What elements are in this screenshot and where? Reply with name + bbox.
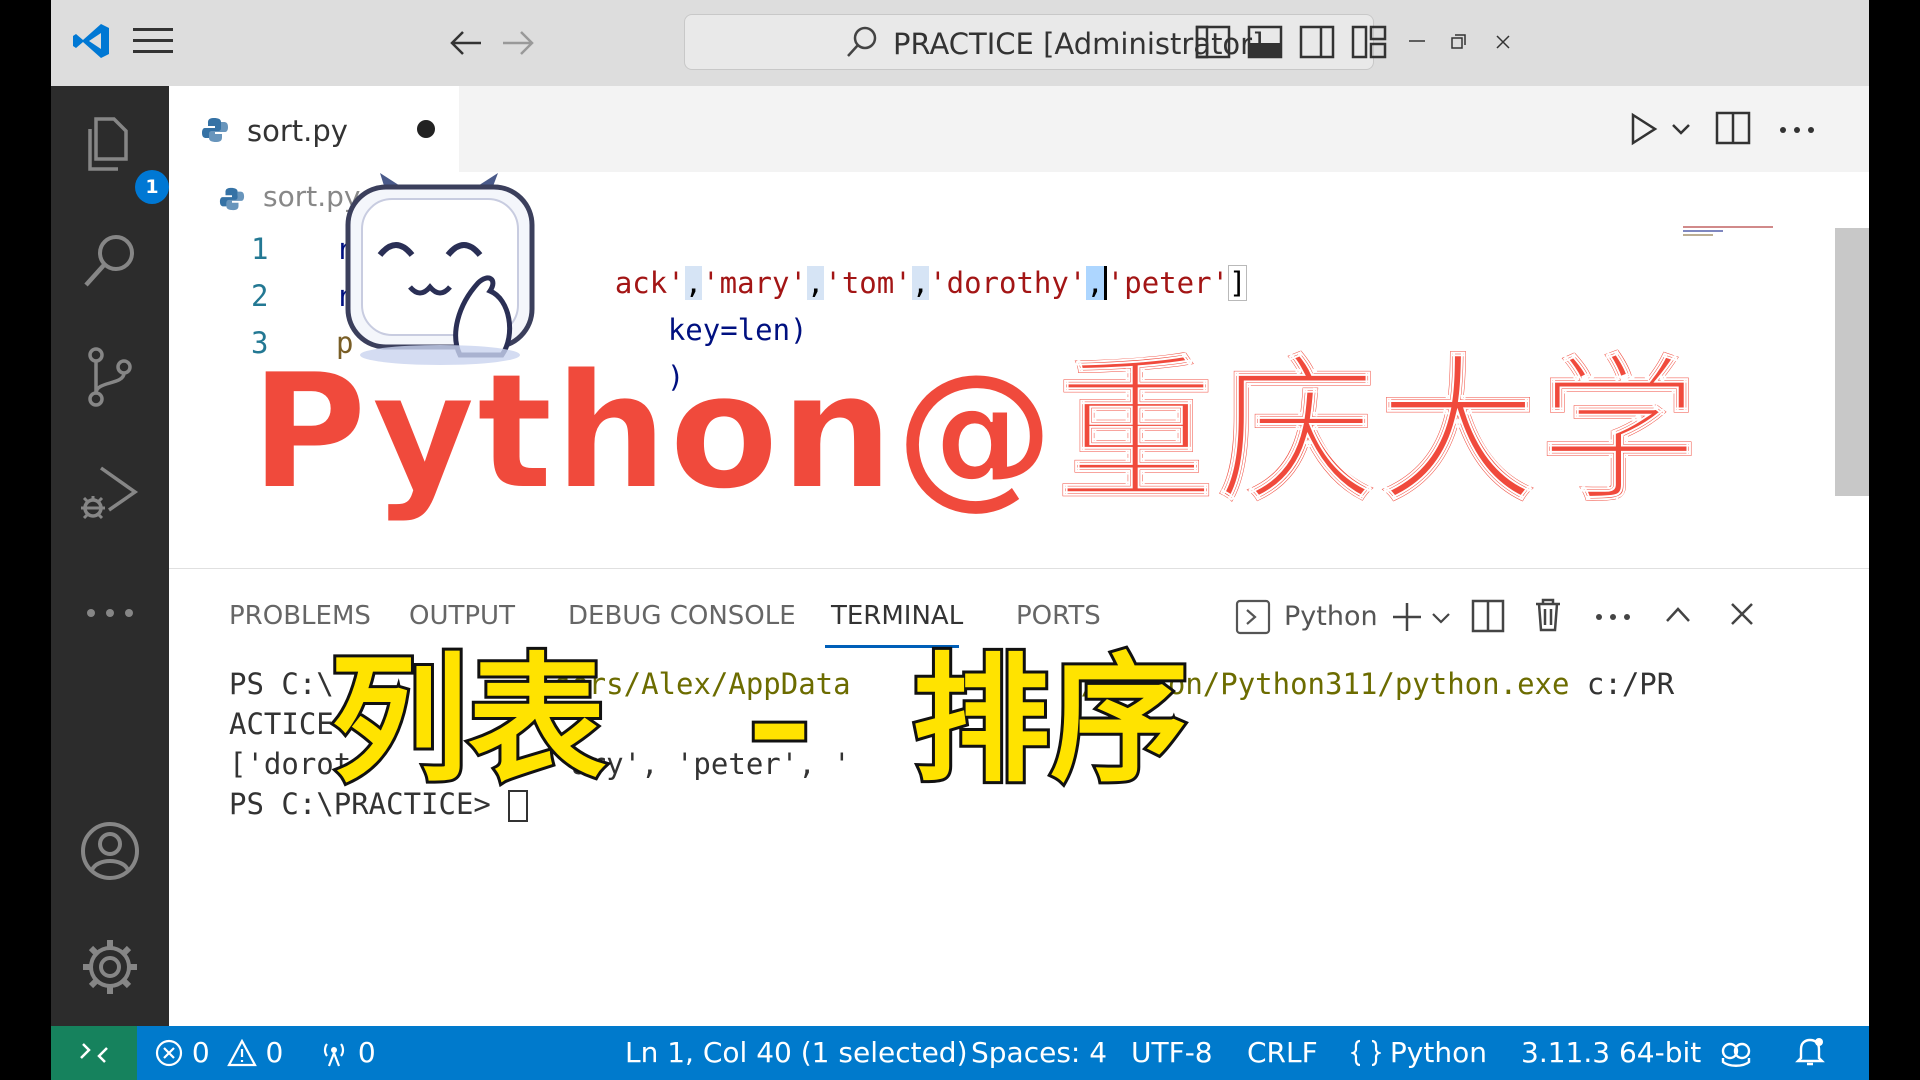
more-actions-icon[interactable]	[1779, 126, 1815, 134]
trash-icon[interactable]	[1533, 597, 1563, 633]
code-token: ,	[911, 266, 930, 300]
broadcast-icon	[323, 1043, 345, 1067]
tab-problems[interactable]: PROBLEMS	[229, 601, 371, 631]
back-arrow-icon[interactable]	[449, 28, 483, 58]
overlay-right-text: 排序	[909, 640, 1191, 801]
ellipsis-icon	[87, 609, 133, 617]
tab-ports[interactable]: PORTS	[1016, 601, 1101, 631]
search-view-button[interactable]	[75, 226, 145, 296]
ports-indicator[interactable]: 0	[319, 1036, 376, 1069]
gear-icon	[83, 940, 137, 994]
terminal-type[interactable]: Python	[1284, 601, 1378, 632]
minimap[interactable]	[1683, 224, 1779, 238]
code-token: 'tom'	[824, 266, 912, 300]
close-window-icon[interactable]	[1493, 32, 1513, 52]
overlay-title: Python@重庆大学	[249, 338, 1700, 525]
chevron-down-icon[interactable]	[1671, 122, 1691, 136]
more-views-button[interactable]	[75, 578, 145, 648]
explorer-button[interactable]: 1	[75, 110, 169, 204]
terminal-icon	[1235, 599, 1271, 635]
activity-bar: 1	[51, 86, 169, 1026]
editor-tab-bar: sort.py	[169, 86, 1869, 172]
editor-scrollbar[interactable]	[1835, 228, 1869, 496]
more-actions-icon[interactable]	[1595, 613, 1631, 621]
tab-sort-py[interactable]: sort.py	[169, 86, 459, 172]
encoding[interactable]: UTF-8	[1131, 1036, 1213, 1069]
unsaved-dot-icon[interactable]	[417, 120, 435, 138]
overlay-dash: –	[745, 649, 814, 796]
python-interpreter[interactable]: 3.11.3 64-bit	[1521, 1036, 1701, 1069]
run-debug-button[interactable]	[75, 458, 145, 528]
indentation[interactable]: Spaces: 4	[971, 1036, 1107, 1069]
split-terminal-icon[interactable]	[1471, 599, 1505, 633]
tab-label: sort.py	[247, 114, 348, 148]
line-number: 1	[251, 232, 269, 266]
maximize-panel-icon[interactable]	[1665, 605, 1691, 623]
error-count: 0	[191, 1036, 210, 1069]
language-label: Python	[1389, 1036, 1487, 1069]
remote-indicator[interactable]	[51, 1026, 137, 1080]
code-token: 'dorothy'	[929, 266, 1087, 300]
restore-icon[interactable]	[1449, 32, 1469, 52]
copilot-icon[interactable]	[1719, 1038, 1753, 1068]
close-panel-icon[interactable]	[1729, 601, 1755, 627]
code-token: ,	[806, 266, 825, 300]
tab-output[interactable]: OUTPUT	[409, 601, 515, 631]
problems-indicator[interactable]: 0 0	[155, 1036, 283, 1069]
python-file-icon	[219, 187, 245, 211]
language-mode[interactable]: Python	[1349, 1036, 1487, 1069]
run-python-file-icon[interactable]	[1629, 112, 1659, 146]
explorer-badge: 1	[135, 170, 169, 204]
warning-icon	[226, 1038, 257, 1067]
account-icon	[81, 822, 139, 880]
notifications-bell-icon[interactable]	[1795, 1036, 1825, 1068]
run-debug-icon	[81, 466, 139, 520]
error-icon	[155, 1039, 183, 1067]
warning-count: 0	[265, 1036, 284, 1069]
toggle-secondary-sidebar-icon[interactable]	[1299, 24, 1335, 60]
accounts-button[interactable]	[75, 816, 145, 886]
chevron-down-icon[interactable]	[1431, 611, 1451, 625]
terminal-text: PS C:\	[229, 667, 334, 701]
cursor-position[interactable]: Ln 1, Col 40 (1 selected)	[625, 1036, 968, 1069]
ports-count: 0	[357, 1036, 376, 1069]
python-file-icon	[202, 118, 228, 142]
code-token: ]	[1227, 265, 1248, 301]
overlay-left-text: 列表	[327, 640, 609, 801]
terminal-line: ACTICE	[229, 707, 334, 741]
code-token-selected: ,	[1086, 266, 1107, 300]
title-bar: PRACTICE [Administrator]	[51, 0, 1869, 86]
status-bar: 0 0 0 Ln 1, Col 40 (1 selected) Spaces: …	[51, 1026, 1869, 1080]
search-icon	[84, 235, 134, 287]
line-endings[interactable]: CRLF	[1247, 1036, 1318, 1069]
files-icon	[88, 117, 128, 171]
source-control-icon	[88, 347, 132, 407]
minimize-icon[interactable]	[1407, 36, 1427, 46]
tab-debug-console[interactable]: DEBUG CONSOLE	[568, 601, 796, 631]
tab-terminal[interactable]: TERMINAL	[831, 601, 963, 631]
customize-layout-icon[interactable]	[1351, 24, 1387, 60]
toggle-panel-icon[interactable]	[1247, 24, 1283, 60]
add-terminal-icon[interactable]	[1391, 601, 1423, 633]
braces-icon	[1349, 1039, 1383, 1067]
menu-icon[interactable]	[133, 26, 173, 56]
remote-icon	[80, 1043, 108, 1063]
manage-button[interactable]	[75, 932, 145, 1002]
terminal-text: c:/PR	[1569, 667, 1675, 701]
code-token: 'peter'	[1106, 266, 1229, 300]
forward-arrow-icon[interactable]	[501, 28, 535, 58]
toggle-primary-sidebar-icon[interactable]	[1195, 24, 1231, 60]
source-control-button[interactable]	[75, 342, 145, 412]
search-icon	[847, 26, 877, 57]
line-number: 2	[251, 279, 269, 313]
split-editor-icon[interactable]	[1715, 110, 1751, 146]
vscode-logo-icon	[73, 24, 109, 58]
vscode-window: PRACTICE [Administrator] 1 sort.py sort.…	[51, 0, 1869, 1080]
